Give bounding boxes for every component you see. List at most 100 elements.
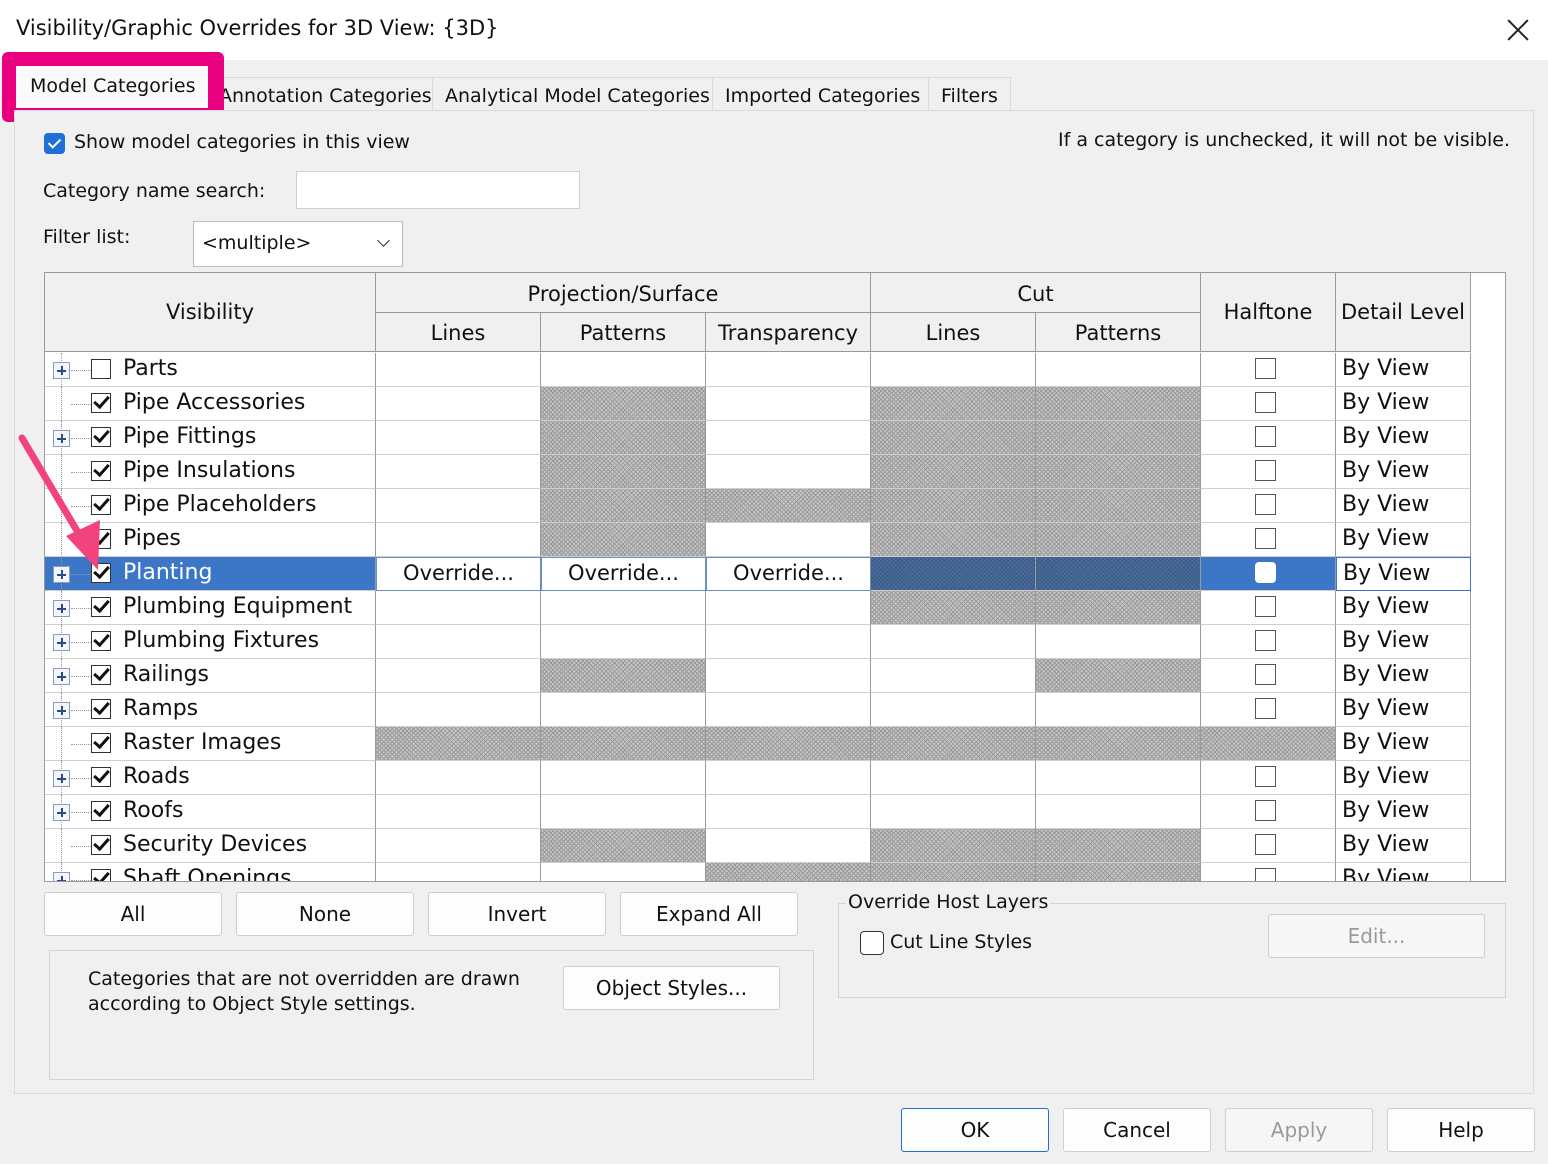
projection-lines-cell[interactable] [376,761,541,795]
table-row[interactable]: Parts By View [45,353,1471,387]
halftone-cell[interactable] [1201,387,1336,421]
table-row[interactable]: Planting Override... Override... Override..… [45,557,1471,591]
table-row[interactable]: Security Devices By View [45,829,1471,863]
halftone-cell[interactable] [1201,659,1336,693]
visibility-checkbox[interactable] [91,665,111,685]
cut-patterns-cell[interactable] [1036,523,1201,557]
detail-level-cell[interactable]: By View [1336,829,1471,863]
transparency-cell[interactable] [706,659,871,693]
cut-patterns-cell[interactable] [1036,693,1201,727]
halftone-cell[interactable] [1201,693,1336,727]
transparency-cell[interactable] [706,455,871,489]
cut-patterns-cell[interactable] [1036,489,1201,523]
projection-lines-cell[interactable]: Override... [376,557,541,591]
table-row[interactable]: Shaft Openings By View [45,863,1471,881]
cut-patterns-cell[interactable] [1036,829,1201,863]
object-styles-button[interactable]: Object Styles... [563,966,780,1010]
cut-lines-cell[interactable] [871,727,1036,761]
halftone-checkbox[interactable] [1255,426,1276,447]
transparency-cell[interactable] [706,523,871,557]
projection-patterns-cell[interactable] [541,761,706,795]
halftone-cell[interactable] [1201,761,1336,795]
projection-patterns-cell[interactable]: Override... [541,557,706,591]
transparency-cell[interactable] [706,421,871,455]
halftone-cell[interactable] [1201,455,1336,489]
cut-patterns-cell[interactable] [1036,727,1201,761]
override-button[interactable]: Override... [542,561,705,585]
transparency-cell[interactable] [706,591,871,625]
tab-filters[interactable]: Filters [928,77,1011,113]
cut-line-styles-checkbox[interactable] [860,931,884,955]
edit-button[interactable]: Edit... [1268,914,1485,958]
halftone-checkbox[interactable] [1255,358,1276,379]
projection-patterns-cell[interactable] [541,455,706,489]
table-row[interactable]: Roofs By View [45,795,1471,829]
category-search-input[interactable] [296,171,580,209]
ok-button[interactable]: OK [901,1108,1049,1152]
expand-plus-icon[interactable] [53,634,70,651]
cut-lines-cell[interactable] [871,421,1036,455]
tab-imported-categories[interactable]: Imported Categories [712,77,934,113]
projection-lines-cell[interactable] [376,693,541,727]
expand-plus-icon[interactable] [53,600,70,617]
cut-patterns-cell[interactable] [1036,863,1201,881]
halftone-checkbox[interactable] [1255,460,1276,481]
cut-patterns-cell[interactable] [1036,455,1201,489]
table-row[interactable]: Raster Images By View [45,727,1471,761]
detail-level-cell[interactable]: By View [1336,727,1471,761]
expand-plus-icon[interactable] [53,872,70,881]
halftone-checkbox[interactable] [1255,800,1276,821]
projection-patterns-cell[interactable] [541,489,706,523]
cut-patterns-cell[interactable] [1036,387,1201,421]
projection-patterns-cell[interactable] [541,795,706,829]
cut-patterns-cell[interactable] [1036,659,1201,693]
halftone-cell[interactable] [1201,523,1336,557]
cut-lines-cell[interactable] [871,523,1036,557]
cut-patterns-cell[interactable] [1036,421,1201,455]
visibility-checkbox[interactable] [91,869,111,881]
transparency-cell[interactable] [706,387,871,421]
detail-level-cell[interactable]: By View [1336,557,1471,591]
detail-level-cell[interactable]: By View [1336,455,1471,489]
projection-lines-cell[interactable] [376,625,541,659]
cut-lines-cell[interactable] [871,591,1036,625]
header-projection-patterns[interactable]: Patterns [541,313,706,352]
projection-patterns-cell[interactable] [541,727,706,761]
projection-lines-cell[interactable] [376,591,541,625]
halftone-checkbox[interactable] [1255,494,1276,515]
detail-level-cell[interactable]: By View [1336,421,1471,455]
detail-level-cell[interactable]: By View [1336,693,1471,727]
expand-plus-icon[interactable] [53,804,70,821]
projection-lines-cell[interactable] [376,795,541,829]
visibility-checkbox[interactable] [91,767,111,787]
cut-lines-cell[interactable] [871,659,1036,693]
cut-lines-cell[interactable] [871,387,1036,421]
projection-patterns-cell[interactable] [541,829,706,863]
detail-level-cell[interactable]: By View [1336,387,1471,421]
header-cut-patterns[interactable]: Patterns [1036,313,1201,352]
header-halftone[interactable]: Halftone [1201,273,1336,352]
table-row[interactable]: Roads By View [45,761,1471,795]
table-row[interactable]: Ramps By View [45,693,1471,727]
projection-patterns-cell[interactable] [541,625,706,659]
halftone-cell[interactable] [1201,727,1336,761]
halftone-cell[interactable] [1201,795,1336,829]
projection-lines-cell[interactable] [376,455,541,489]
halftone-cell[interactable] [1201,863,1336,881]
detail-level-cell[interactable]: By View [1336,659,1471,693]
cut-lines-cell[interactable] [871,761,1036,795]
visibility-checkbox[interactable] [91,835,111,855]
table-row[interactable]: Railings By View [45,659,1471,693]
halftone-cell[interactable] [1201,829,1336,863]
halftone-checkbox[interactable] [1255,834,1276,855]
halftone-cell[interactable] [1201,353,1336,387]
apply-button[interactable]: Apply [1225,1108,1373,1152]
projection-patterns-cell[interactable] [541,353,706,387]
transparency-cell[interactable] [706,863,871,881]
projection-lines-cell[interactable] [376,659,541,693]
halftone-cell[interactable] [1201,489,1336,523]
visibility-checkbox[interactable] [91,631,111,651]
header-transparency[interactable]: Transparency [706,313,871,352]
cut-patterns-cell[interactable] [1036,591,1201,625]
visibility-checkbox[interactable] [91,801,111,821]
